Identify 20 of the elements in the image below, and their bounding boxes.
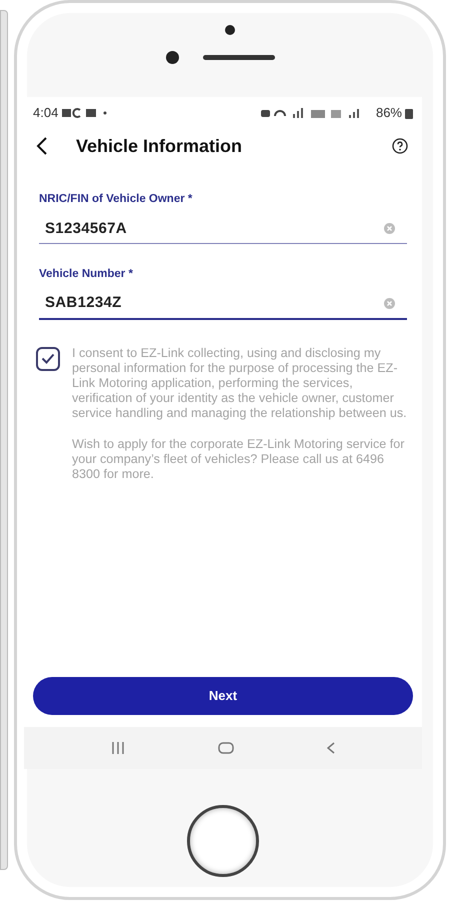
back-nav-icon[interactable] <box>327 742 336 754</box>
page-title: Vehicle Information <box>76 134 242 158</box>
consent-text: I consent to EZ-Link collecting, using and disclosing my personal information for the purpose of processing the EZ-Link Motoring application, performing the services, verification of your identity as the vehicle owner, customer service handling and managing the relationship between us. <box>72 346 408 420</box>
recent-apps-icon[interactable] <box>110 742 125 754</box>
next-button[interactable]: Next <box>33 677 413 715</box>
input-field[interactable]: SAB1234Z <box>39 290 407 320</box>
camera-lens <box>166 51 178 64</box>
field-label: NRIC/FIN of Vehicle Owner * <box>38 192 194 207</box>
home-icon[interactable] <box>218 742 234 754</box>
help-icon[interactable] <box>392 138 408 154</box>
speaker-grille <box>202 55 274 60</box>
corporate-info-text: Wish to apply for the corporate EZ-Link Motoring service for your company’s fleet of vehicles? Please call us at 6496 8300 for more. <box>72 436 406 482</box>
consent-checkbox[interactable] <box>36 346 60 370</box>
checkmark-icon <box>41 353 55 364</box>
battery-percentage: 86% <box>376 104 402 122</box>
input-field[interactable]: S1234567A <box>39 214 407 244</box>
battery-icon <box>405 108 413 118</box>
status-notification-icons <box>62 108 108 118</box>
status-time: 4:04 <box>33 104 58 122</box>
field-label: Vehicle Number * <box>38 267 134 282</box>
